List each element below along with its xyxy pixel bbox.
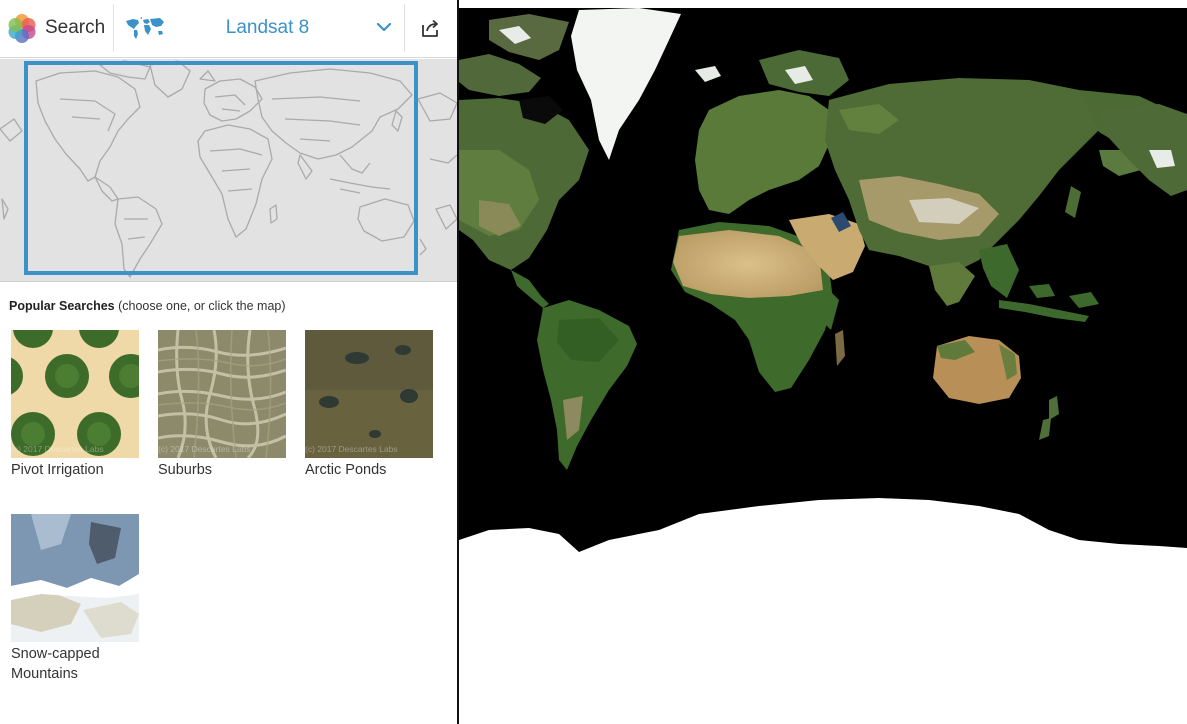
search-label[interactable]: Search [45, 17, 105, 39]
map-extent-box [24, 61, 418, 275]
popular-search-suburbs[interactable]: (c) 2017 Descartes Labs Suburbs [158, 330, 288, 480]
descartes-labs-logo-icon[interactable] [7, 13, 37, 43]
popular-search-arctic-ponds[interactable]: (c) 2017 Descartes Labs Arctic Ponds [305, 330, 435, 480]
thumbnail-watermark: (c) 2017 Descartes Labs [11, 444, 104, 454]
pivot-irrigation-thumbnail: (c) 2017 Descartes Labs [11, 330, 139, 458]
top-bar: Search Landsat 8 [0, 0, 457, 58]
arctic-ponds-thumbnail: (c) 2017 Descartes Labs [305, 330, 433, 458]
card-label: Suburbs [158, 462, 213, 478]
suburbs-thumbnail: (c) 2017 Descartes Labs [158, 330, 286, 458]
card-label: Arctic Ponds [305, 462, 387, 478]
popular-search-pivot-irrigation[interactable]: (c) 2017 Descartes Labs Pivot Irrigation [11, 330, 141, 480]
dataset-dropdown[interactable]: Landsat 8 [175, 0, 399, 56]
snow-capped-mountains-thumbnail [11, 514, 139, 642]
sidebar: Search Landsat 8 Popular Searches (choos… [0, 0, 457, 724]
toolbar-divider [404, 4, 405, 52]
thumbnail-watermark: (c) 2017 Descartes Labs [158, 444, 251, 454]
world-map-icon[interactable] [124, 16, 166, 40]
card-label: Snow-capped Mountains [11, 646, 100, 682]
overview-minimap[interactable] [0, 59, 457, 282]
chevron-down-icon [376, 22, 392, 32]
popular-searches-heading: Popular Searches (choose one, or click t… [9, 298, 286, 314]
satellite-map[interactable] [459, 0, 1187, 724]
popular-searches-title: Popular Searches [9, 299, 115, 313]
toolbar-divider [113, 4, 114, 52]
thumbnail-watermark: (c) 2017 Descartes Labs [305, 444, 398, 454]
popular-searches-hint: (choose one, or click the map) [118, 299, 286, 313]
share-icon[interactable] [418, 16, 442, 40]
card-label: Pivot Irrigation [11, 462, 104, 478]
dataset-label: Landsat 8 [225, 17, 310, 38]
popular-search-snow-capped-mountains[interactable]: Snow-capped Mountains [11, 514, 141, 684]
